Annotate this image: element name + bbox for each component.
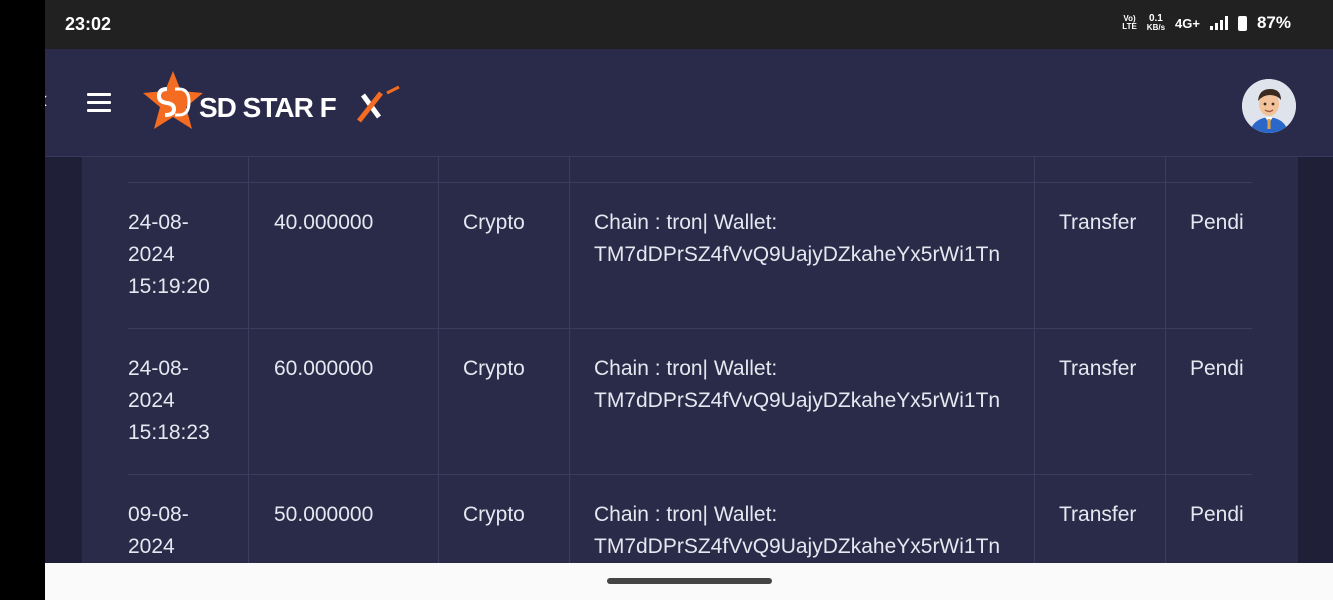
date-cell: 09-08- 2024 [128, 503, 189, 558]
battery-percent: 87% [1256, 13, 1291, 32]
amount-cell: 40.000000 [274, 211, 374, 234]
status-cell: Pendi [1190, 503, 1244, 526]
type-cell: Transfer [1059, 211, 1137, 234]
main-content: 24-08- 2024 15:19:20 40.000000 Crypto Ch… [45, 157, 1333, 563]
volte-bottom-text: LTE [1122, 22, 1137, 31]
status-time: 23:02 [65, 14, 112, 34]
speed-unit: KB/s [1146, 23, 1166, 32]
network-type: 4G+ [1175, 15, 1200, 31]
home-gesture-handle[interactable] [607, 578, 772, 584]
network-speed: 0.1 KB/s [1147, 14, 1165, 32]
amount-cell: 50.000000 [274, 503, 374, 526]
phone-screen: 23:02 Vo) LTE 0.1 KB/s 4G+ 87% ‹ [45, 0, 1333, 600]
status-cell: Pendi [1190, 357, 1244, 380]
status-cell: Pendi [1190, 211, 1244, 234]
app-header: ‹ SD STAR F [45, 49, 1333, 157]
back-chevron-icon[interactable]: ‹ [45, 85, 51, 113]
details-cell: Chain : tron| Wallet: TM7dDPrSZ4fVvQ9Uaj… [594, 357, 1001, 412]
date-cell: 24-08- 2024 15:18:23 [128, 357, 210, 444]
volte-icon: Vo) LTE [1122, 15, 1137, 31]
method-cell: Crypto [463, 503, 525, 526]
date-cell: 24-08- 2024 15:19:20 [128, 211, 210, 298]
method-cell: Crypto [463, 357, 525, 380]
type-cell: Transfer [1059, 503, 1137, 526]
details-cell: Chain : tron| Wallet: TM7dDPrSZ4fVvQ9Uaj… [594, 211, 1001, 266]
amount-cell: 60.000000 [274, 357, 374, 380]
status-bar: 23:02 Vo) LTE 0.1 KB/s 4G+ 87% [45, 0, 1333, 49]
signal-icon [1209, 16, 1228, 30]
hamburger-menu-icon[interactable] [87, 93, 111, 113]
svg-text:SD STAR F: SD STAR F [199, 92, 337, 123]
system-nav-bar [45, 563, 1333, 600]
type-cell: Transfer [1059, 357, 1137, 380]
method-cell: Crypto [463, 211, 525, 234]
user-avatar[interactable] [1242, 79, 1296, 133]
status-indicators: Vo) LTE 0.1 KB/s 4G+ 87% [1122, 13, 1291, 33]
details-cell: Chain : tron| Wallet: TM7dDPrSZ4fVvQ9Uaj… [594, 503, 1001, 558]
battery-icon [1237, 15, 1247, 31]
transactions-table[interactable]: 24-08- 2024 15:19:20 40.000000 Crypto Ch… [128, 157, 1252, 563]
transactions-card: 24-08- 2024 15:19:20 40.000000 Crypto Ch… [82, 157, 1298, 563]
sdstarfx-logo[interactable]: SD STAR F [137, 71, 407, 133]
